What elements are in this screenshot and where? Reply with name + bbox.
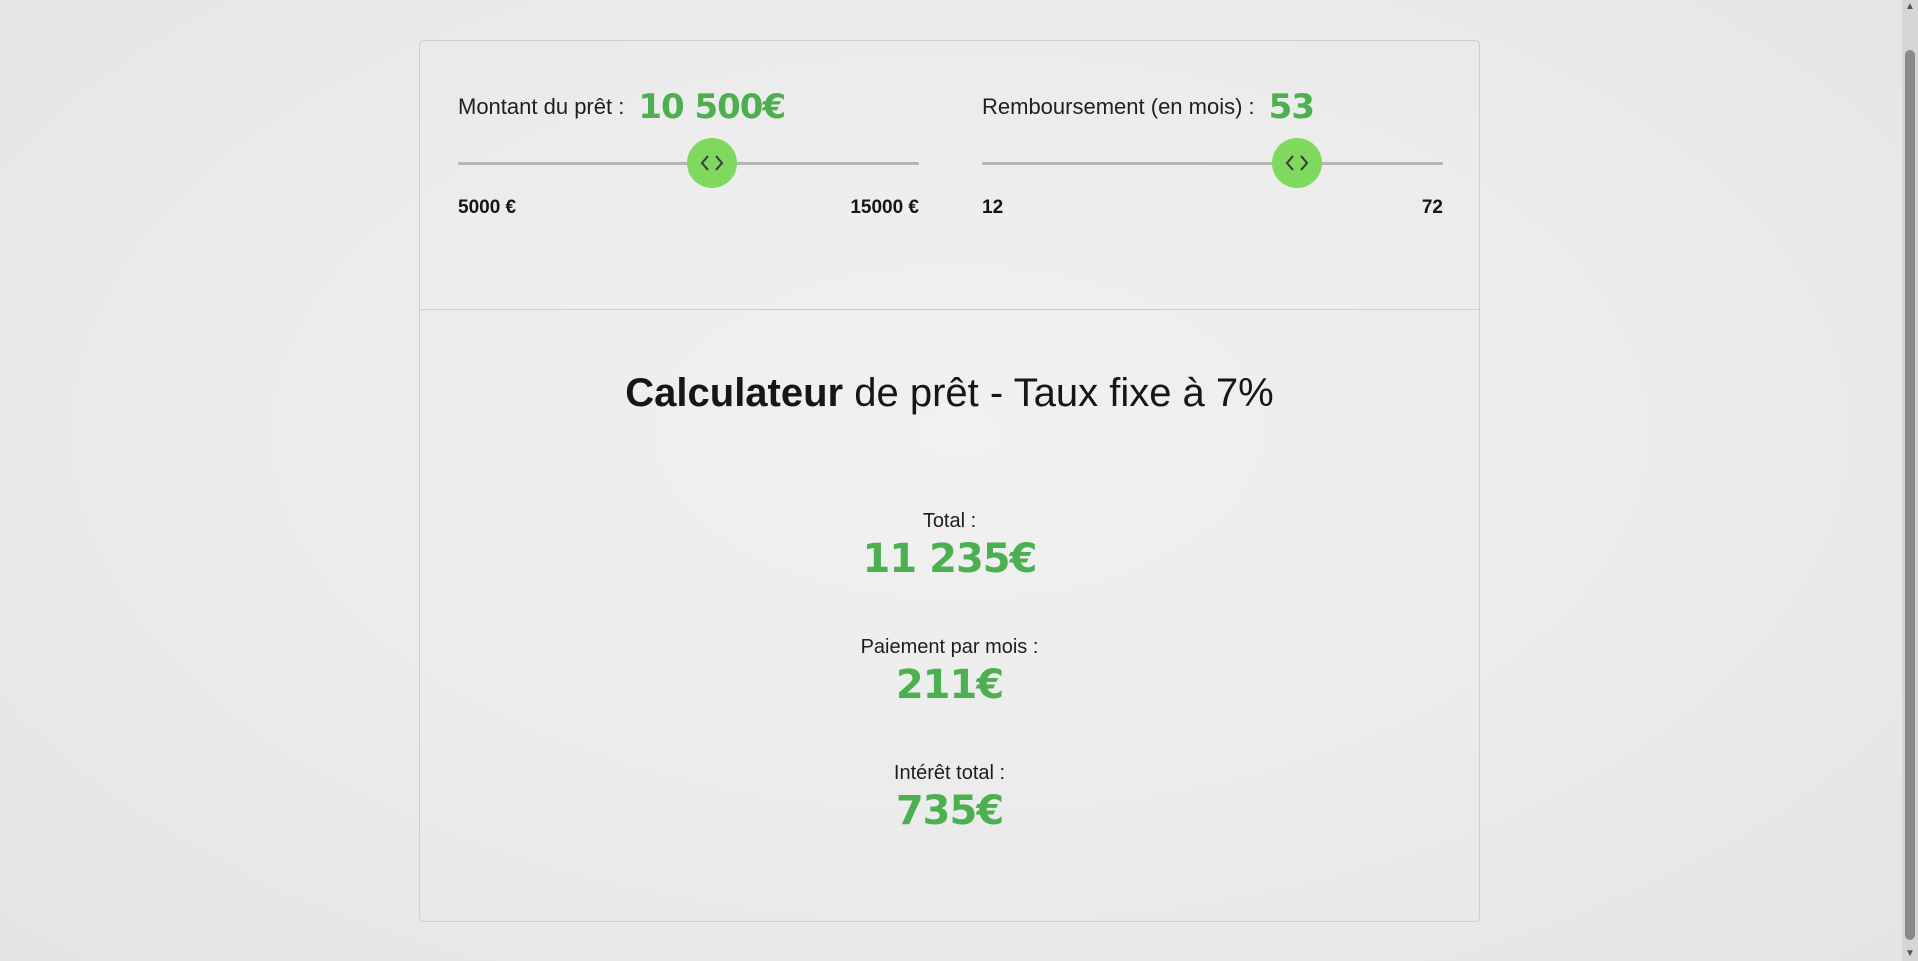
total-interest-label: Intérêt total :: [893, 762, 1006, 784]
repayment-months-max-label: 72: [1421, 197, 1443, 218]
calculator-title: Calculateur de prêt - Taux fixe à 7%: [420, 371, 1479, 416]
calculator-title-strong: Calculateur: [625, 371, 844, 415]
loan-amount-range: 5000 € 15000 €: [458, 197, 919, 227]
scroll-down-arrow-icon[interactable]: ▼: [1902, 947, 1918, 961]
sliders-section: Montant du prêt : 10 500€ 5000 € 15000 €: [420, 41, 1479, 310]
calculator-title-rest: de prêt - Taux fixe à 7%: [843, 371, 1274, 415]
monthly-payment-label: Paiement par mois :: [860, 636, 1039, 658]
loan-amount-value: 10 500€: [638, 87, 786, 127]
total-interest-result: Intérêt total : 735€: [420, 761, 1479, 835]
loan-calculator-card: Montant du prêt : 10 500€ 5000 € 15000 €: [419, 40, 1480, 922]
repayment-months-label: Remboursement (en mois) :: [982, 94, 1255, 119]
scrollbar-thumb[interactable]: [1905, 50, 1915, 940]
monthly-payment-result: Paiement par mois : 211€: [420, 635, 1479, 709]
repayment-months-min-label: 12: [982, 197, 1004, 218]
total-value: 11 235€: [862, 536, 1038, 582]
chevron-left-right-icon: [1285, 155, 1309, 171]
total-label: Total :: [922, 510, 977, 532]
repayment-months-value: 53: [1268, 87, 1315, 127]
repayment-months-header: Remboursement (en mois) : 53: [982, 83, 1443, 131]
repayment-months-range: 12 72: [982, 197, 1443, 227]
loan-amount-min-label: 5000 €: [458, 197, 517, 218]
monthly-payment-value: 211€: [895, 662, 1004, 708]
repayment-months-slider-block: Remboursement (en mois) : 53 12 72: [982, 83, 1443, 283]
repayment-months-slider[interactable]: [982, 135, 1443, 191]
loan-amount-slider-block: Montant du prêt : 10 500€ 5000 € 15000 €: [458, 83, 919, 283]
loan-amount-thumb[interactable]: [686, 138, 737, 188]
results-section: Calculateur de prêt - Taux fixe à 7% Tot…: [420, 309, 1479, 921]
chevron-left-right-icon: [700, 155, 723, 171]
loan-amount-header: Montant du prêt : 10 500€: [458, 83, 919, 131]
scroll-up-arrow-icon[interactable]: ▲: [1902, 0, 1918, 14]
total-result: Total : 11 235€: [420, 509, 1479, 583]
loan-amount-label: Montant du prêt :: [458, 94, 625, 119]
loan-amount-max-label: 15000 €: [850, 197, 919, 218]
page-scrollbar[interactable]: ▲ ▼: [1902, 0, 1918, 961]
repayment-months-track[interactable]: [982, 162, 1443, 165]
total-interest-value: 735€: [895, 788, 1004, 834]
repayment-months-thumb[interactable]: [1272, 138, 1323, 188]
loan-amount-slider[interactable]: [458, 135, 919, 191]
